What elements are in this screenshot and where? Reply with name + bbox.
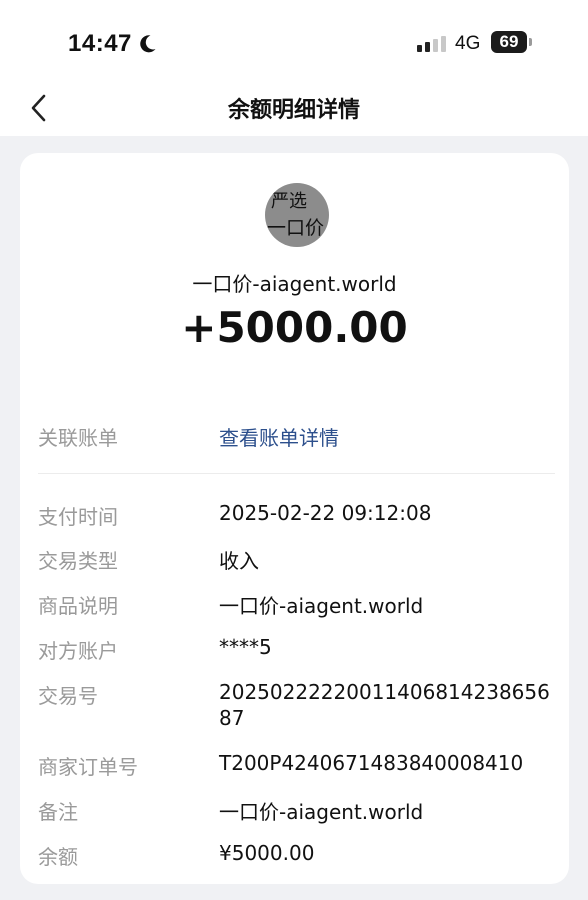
divider	[38, 473, 555, 474]
battery-indicator: 69	[491, 31, 527, 53]
detail-label-remark: 备注	[38, 800, 78, 824]
detail-label-product-desc: 商品说明	[38, 594, 118, 618]
network-type: 4G	[455, 33, 481, 54]
page-title: 余额明细详情	[227, 98, 360, 123]
detail-value-transaction-type: 收入	[219, 549, 259, 573]
detail-label-merchant-order-no: 商家订单号	[38, 755, 138, 779]
avatar-text-line2: 一口价	[267, 217, 325, 239]
moon-icon	[140, 35, 156, 53]
detail-value-merchant-order-no: T200P4240671483840008410	[219, 751, 524, 775]
merchant-name: 一口价-aiagent.world	[192, 272, 397, 296]
detail-card: 严选 一口价 一口价-aiagent.world +5000.00 关联账单 查…	[20, 153, 569, 884]
detail-value-remark: 一口价-aiagent.world	[219, 800, 424, 824]
detail-label-counterparty-account: 对方账户	[38, 639, 118, 663]
detail-label-transaction-no: 交易号	[38, 684, 98, 708]
detail-label-pay-time: 支付时间	[38, 505, 118, 529]
detail-value-pay-time: 2025-02-22 09:12:08	[219, 501, 432, 525]
transaction-amount: +5000.00	[181, 303, 408, 352]
battery-nub	[529, 38, 532, 46]
header: 14:47 4G 69 余额明细详情	[0, 0, 588, 136]
status-time: 14:47	[68, 30, 132, 57]
merchant-avatar: 严选 一口价	[265, 183, 329, 247]
detail-value-balance: ¥5000.00	[219, 841, 315, 865]
detail-label-transaction-type: 交易类型	[38, 549, 118, 573]
detail-label-balance: 余额	[38, 845, 78, 869]
view-bill-details-link[interactable]: 查看账单详情	[219, 422, 339, 451]
related-bill-label: 关联账单	[38, 426, 118, 450]
status-bar: 14:47 4G 69	[0, 0, 588, 88]
nav-bar: 余额明细详情	[0, 80, 588, 136]
detail-value-counterparty-account: ****5	[219, 635, 272, 659]
signal-bars-icon	[417, 36, 446, 52]
battery-level: 69	[499, 32, 519, 51]
avatar-text-line1: 严选	[271, 191, 307, 212]
detail-value-transaction-no: 2025022222001140681423865687	[219, 680, 550, 730]
detail-value-product-desc: 一口价-aiagent.world	[219, 594, 424, 618]
